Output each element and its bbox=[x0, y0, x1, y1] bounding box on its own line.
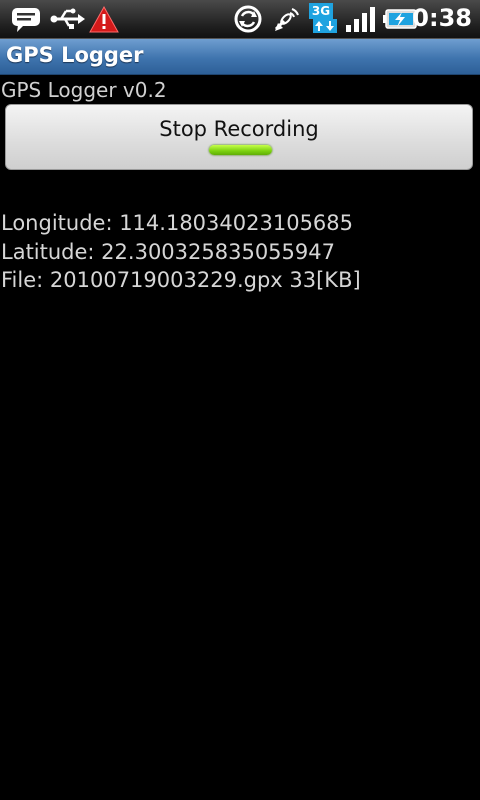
message-icon bbox=[12, 8, 40, 32]
file-text: File: 20100719003229.gpx 33[KB] bbox=[1, 268, 361, 292]
stop-recording-button[interactable]: Stop Recording bbox=[5, 104, 473, 170]
warning-icon bbox=[89, 5, 119, 33]
data-arrows-icon bbox=[313, 19, 337, 33]
clock-time: 0:38 bbox=[412, 4, 472, 32]
3g-label: 3G bbox=[309, 3, 333, 19]
app-version-label: GPS Logger v0.2 bbox=[1, 78, 167, 102]
longitude-text: Longitude: 114.18034023105685 bbox=[1, 211, 354, 235]
sync-icon bbox=[234, 5, 262, 33]
usb-icon bbox=[50, 8, 85, 29]
title-bar: GPS Logger bbox=[0, 39, 480, 75]
3g-data-icon: 3G bbox=[309, 3, 339, 35]
stop-recording-label: Stop Recording bbox=[159, 117, 319, 141]
app-title: GPS Logger bbox=[6, 43, 144, 67]
status-bar: 3G 0:38 bbox=[0, 0, 480, 39]
recording-indicator-light bbox=[209, 145, 272, 155]
signal-strength-icon bbox=[346, 7, 375, 32]
latitude-text: Latitude: 22.300325835055947 bbox=[1, 240, 335, 264]
gps-signal-icon bbox=[274, 8, 299, 31]
